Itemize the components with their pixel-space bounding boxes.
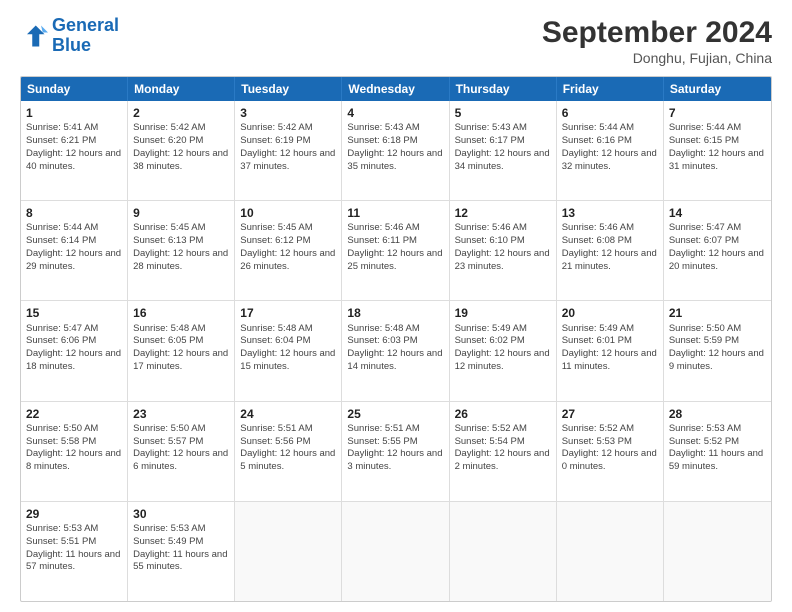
day-number: 2 [133,105,229,121]
col-thursday: Thursday [450,77,557,101]
calendar-header: Sunday Monday Tuesday Wednesday Thursday… [21,77,771,101]
day-number: 23 [133,406,229,422]
cal-cell: 18Sunrise: 5:48 AMSunset: 6:03 PMDayligh… [342,301,449,400]
day-number: 20 [562,305,658,321]
page: General Blue September 2024 Donghu, Fuji… [0,0,792,612]
day-number: 28 [669,406,766,422]
day-number: 26 [455,406,551,422]
cal-cell: 25Sunrise: 5:51 AMSunset: 5:55 PMDayligh… [342,402,449,501]
logo-icon [20,22,48,50]
cal-cell: 20Sunrise: 5:49 AMSunset: 6:01 PMDayligh… [557,301,664,400]
cal-cell: 4Sunrise: 5:43 AMSunset: 6:18 PMDaylight… [342,101,449,200]
col-saturday: Saturday [664,77,771,101]
day-number: 21 [669,305,766,321]
day-number: 13 [562,205,658,221]
cal-cell: 19Sunrise: 5:49 AMSunset: 6:02 PMDayligh… [450,301,557,400]
cal-cell: 23Sunrise: 5:50 AMSunset: 5:57 PMDayligh… [128,402,235,501]
cal-cell: 1Sunrise: 5:41 AMSunset: 6:21 PMDaylight… [21,101,128,200]
cal-cell: 28Sunrise: 5:53 AMSunset: 5:52 PMDayligh… [664,402,771,501]
cal-cell: 9Sunrise: 5:45 AMSunset: 6:13 PMDaylight… [128,201,235,300]
cal-cell: 14Sunrise: 5:47 AMSunset: 6:07 PMDayligh… [664,201,771,300]
day-number: 18 [347,305,443,321]
cal-cell: 24Sunrise: 5:51 AMSunset: 5:56 PMDayligh… [235,402,342,501]
day-number: 1 [26,105,122,121]
day-number: 14 [669,205,766,221]
day-number: 27 [562,406,658,422]
day-number: 3 [240,105,336,121]
calendar-body: 1Sunrise: 5:41 AMSunset: 6:21 PMDaylight… [21,101,771,601]
cal-cell [235,502,342,601]
cal-cell: 7Sunrise: 5:44 AMSunset: 6:15 PMDaylight… [664,101,771,200]
col-wednesday: Wednesday [342,77,449,101]
cal-cell: 5Sunrise: 5:43 AMSunset: 6:17 PMDaylight… [450,101,557,200]
day-number: 17 [240,305,336,321]
cal-cell [557,502,664,601]
day-number: 7 [669,105,766,121]
day-number: 12 [455,205,551,221]
col-tuesday: Tuesday [235,77,342,101]
day-number: 24 [240,406,336,422]
cal-cell: 10Sunrise: 5:45 AMSunset: 6:12 PMDayligh… [235,201,342,300]
week-row-0: 1Sunrise: 5:41 AMSunset: 6:21 PMDaylight… [21,101,771,200]
day-number: 22 [26,406,122,422]
month-title: September 2024 [542,16,772,50]
col-sunday: Sunday [21,77,128,101]
cal-cell: 27Sunrise: 5:52 AMSunset: 5:53 PMDayligh… [557,402,664,501]
title-block: September 2024 Donghu, Fujian, China [542,16,772,66]
col-friday: Friday [557,77,664,101]
day-number: 10 [240,205,336,221]
cal-cell: 3Sunrise: 5:42 AMSunset: 6:19 PMDaylight… [235,101,342,200]
cal-cell: 30Sunrise: 5:53 AMSunset: 5:49 PMDayligh… [128,502,235,601]
header: General Blue September 2024 Donghu, Fuji… [20,16,772,66]
location: Donghu, Fujian, China [542,50,772,66]
cal-cell: 12Sunrise: 5:46 AMSunset: 6:10 PMDayligh… [450,201,557,300]
cal-cell: 17Sunrise: 5:48 AMSunset: 6:04 PMDayligh… [235,301,342,400]
cal-cell [664,502,771,601]
day-number: 4 [347,105,443,121]
cal-cell: 15Sunrise: 5:47 AMSunset: 6:06 PMDayligh… [21,301,128,400]
cal-cell: 13Sunrise: 5:46 AMSunset: 6:08 PMDayligh… [557,201,664,300]
cal-cell: 16Sunrise: 5:48 AMSunset: 6:05 PMDayligh… [128,301,235,400]
day-number: 8 [26,205,122,221]
day-number: 25 [347,406,443,422]
cal-cell [450,502,557,601]
cal-cell: 8Sunrise: 5:44 AMSunset: 6:14 PMDaylight… [21,201,128,300]
cal-cell: 6Sunrise: 5:44 AMSunset: 6:16 PMDaylight… [557,101,664,200]
day-number: 30 [133,506,229,522]
day-number: 29 [26,506,122,522]
week-row-1: 8Sunrise: 5:44 AMSunset: 6:14 PMDaylight… [21,200,771,300]
calendar: Sunday Monday Tuesday Wednesday Thursday… [20,76,772,602]
day-number: 16 [133,305,229,321]
day-number: 9 [133,205,229,221]
cal-cell: 29Sunrise: 5:53 AMSunset: 5:51 PMDayligh… [21,502,128,601]
cal-cell: 11Sunrise: 5:46 AMSunset: 6:11 PMDayligh… [342,201,449,300]
cal-cell [342,502,449,601]
week-row-2: 15Sunrise: 5:47 AMSunset: 6:06 PMDayligh… [21,300,771,400]
col-monday: Monday [128,77,235,101]
cal-cell: 2Sunrise: 5:42 AMSunset: 6:20 PMDaylight… [128,101,235,200]
cal-cell: 22Sunrise: 5:50 AMSunset: 5:58 PMDayligh… [21,402,128,501]
day-number: 5 [455,105,551,121]
day-number: 19 [455,305,551,321]
cal-cell: 21Sunrise: 5:50 AMSunset: 5:59 PMDayligh… [664,301,771,400]
day-number: 11 [347,205,443,221]
logo: General Blue [20,16,119,56]
day-number: 6 [562,105,658,121]
logo-text: General Blue [52,16,119,56]
day-number: 15 [26,305,122,321]
week-row-4: 29Sunrise: 5:53 AMSunset: 5:51 PMDayligh… [21,501,771,601]
cal-cell: 26Sunrise: 5:52 AMSunset: 5:54 PMDayligh… [450,402,557,501]
week-row-3: 22Sunrise: 5:50 AMSunset: 5:58 PMDayligh… [21,401,771,501]
